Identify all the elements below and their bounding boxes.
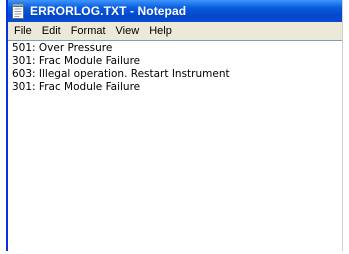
menu-help[interactable]: Help (144, 25, 177, 37)
text-content[interactable]: 501: Over Pressure 301: Frac Module Fail… (12, 42, 340, 251)
menu-view[interactable]: View (111, 25, 145, 37)
title-bar[interactable]: ERRORLOG.TXT - Notepad (8, 0, 342, 22)
text-line: 301: Frac Module Failure (12, 81, 141, 93)
text-line: 501: Over Pressure (12, 42, 113, 54)
text-editor[interactable]: 501: Over Pressure 301: Frac Module Fail… (8, 40, 342, 251)
window-title: ERRORLOG.TXT - Notepad (30, 4, 187, 18)
menu-file[interactable]: File (9, 25, 37, 37)
menu-edit[interactable]: Edit (37, 25, 66, 37)
text-line: 603: Illegal operation. Restart Instrume… (12, 68, 230, 80)
menu-bar: File Edit Format View Help (8, 22, 342, 40)
notepad-icon (12, 3, 25, 19)
notepad-window: ERRORLOG.TXT - Notepad File Edit Format … (6, 0, 343, 251)
menu-format[interactable]: Format (66, 25, 111, 37)
text-line: 301: Frac Module Failure (12, 55, 141, 67)
